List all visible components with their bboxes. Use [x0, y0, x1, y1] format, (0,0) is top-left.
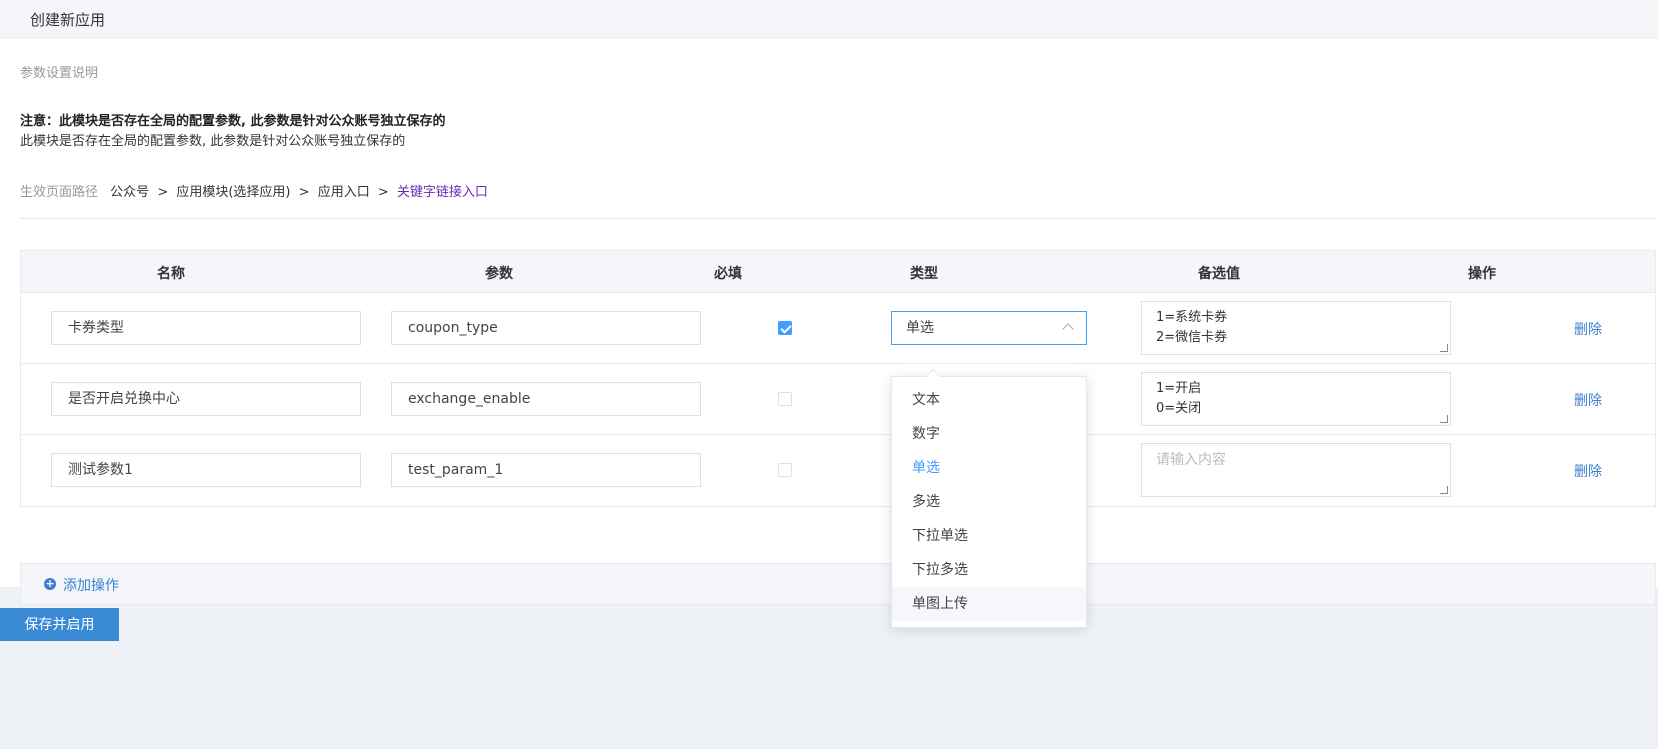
breadcrumb-separator: >	[298, 185, 310, 200]
required-checkbox[interactable]	[778, 463, 792, 477]
breadcrumb-label: 生效页面路径	[20, 185, 99, 200]
add-action-label[interactable]: 添加操作	[63, 575, 119, 595]
save-and-enable-button[interactable]: 保存并启用	[0, 608, 119, 641]
header-action: 操作	[1468, 266, 1496, 282]
table-row: 是否开启兑换中心 exchange_enable 1=开启 0=关闭 删除	[21, 364, 1655, 435]
param-input[interactable]: test_param_1	[391, 453, 701, 487]
breadcrumb-current: 关键字链接入口	[396, 185, 488, 200]
name-input[interactable]: 卡券类型	[51, 311, 361, 345]
chevron-up-icon	[1062, 323, 1074, 335]
add-action-bar[interactable]: + 添加操作	[20, 563, 1656, 605]
header-name: 名称	[157, 266, 185, 282]
option-line: 1=开启	[1156, 381, 1202, 396]
breadcrumb-item[interactable]: 公众号	[110, 185, 149, 200]
name-input[interactable]: 是否开启兑换中心	[51, 382, 361, 416]
dropdown-option-single-image[interactable]: 单图上传	[892, 587, 1086, 621]
type-select[interactable]: 单选	[891, 311, 1087, 345]
delete-button[interactable]: 删除	[1574, 390, 1602, 410]
option-line: 2=微信卡券	[1156, 330, 1228, 345]
header-options: 备选值	[1198, 266, 1240, 282]
resize-handle-icon[interactable]	[1440, 344, 1448, 352]
table-header: 名称 参数 必填 类型 备选值 操作	[21, 251, 1655, 293]
notice-bold-text: 注意：此模块是否存在全局的配置参数, 此参数是针对公众账号独立保存的	[20, 114, 446, 129]
breadcrumb-item[interactable]: 应用模块(选择应用)	[176, 185, 290, 200]
resize-handle-icon[interactable]	[1440, 415, 1448, 423]
notice-text: 此模块是否存在全局的配置参数, 此参数是针对公众账号独立保存的	[20, 134, 406, 149]
param-input[interactable]: coupon_type	[391, 311, 701, 345]
name-input[interactable]: 测试参数1	[51, 453, 361, 487]
options-placeholder: 请输入内容	[1156, 452, 1226, 468]
dropdown-option-number[interactable]: 数字	[892, 417, 1086, 451]
option-line: 0=关闭	[1156, 401, 1202, 416]
plus-circle-icon: +	[44, 577, 56, 590]
required-checkbox[interactable]	[778, 392, 792, 406]
breadcrumb-separator: >	[377, 185, 389, 200]
type-select-value: 单选	[906, 320, 934, 336]
description-title: 参数设置说明	[20, 66, 99, 81]
required-checkbox[interactable]	[778, 321, 792, 335]
params-table: 名称 参数 必填 类型 备选值 操作 卡券类型 coupon_type 单选 1…	[20, 250, 1656, 507]
dropdown-option-multi-select[interactable]: 多选	[892, 485, 1086, 519]
delete-button[interactable]: 删除	[1574, 461, 1602, 481]
dropdown-option-dropdown-single[interactable]: 下拉单选	[892, 519, 1086, 553]
breadcrumb-separator: >	[157, 185, 169, 200]
breadcrumb-item[interactable]: 应用入口	[318, 185, 370, 200]
options-textarea[interactable]: 1=开启 0=关闭	[1141, 372, 1451, 426]
dropdown-option-text[interactable]: 文本	[892, 383, 1086, 417]
page-header: 创建新应用	[0, 0, 1658, 38]
breadcrumb: 生效页面路径 公众号 > 应用模块(选择应用) > 应用入口 > 关键字链接入口	[20, 181, 488, 200]
param-input[interactable]: exchange_enable	[391, 382, 701, 416]
header-required: 必填	[714, 266, 742, 282]
dropdown-option-dropdown-multi[interactable]: 下拉多选	[892, 553, 1086, 587]
page-title: 创建新应用	[30, 11, 106, 29]
delete-button[interactable]: 删除	[1574, 319, 1602, 339]
options-textarea[interactable]: 请输入内容	[1141, 443, 1451, 497]
type-dropdown-menu: 文本 数字 单选 多选 下拉单选 下拉多选 单图上传	[891, 368, 1087, 628]
options-textarea[interactable]: 1=系统卡券 2=微信卡券	[1141, 301, 1451, 355]
header-type: 类型	[910, 266, 938, 282]
main-panel: 参数设置说明 注意：此模块是否存在全局的配置参数, 此参数是针对公众账号独立保存…	[0, 38, 1658, 605]
resize-handle-icon[interactable]	[1440, 486, 1448, 494]
divider	[20, 218, 1656, 219]
table-row: 卡券类型 coupon_type 单选 1=系统卡券 2=微信卡券 删除	[21, 293, 1655, 364]
dropdown-option-single-select[interactable]: 单选	[892, 451, 1086, 485]
option-line: 1=系统卡券	[1156, 310, 1228, 325]
header-param: 参数	[485, 266, 513, 282]
table-row: 测试参数1 test_param_1 请输入内容 删除	[21, 435, 1655, 506]
